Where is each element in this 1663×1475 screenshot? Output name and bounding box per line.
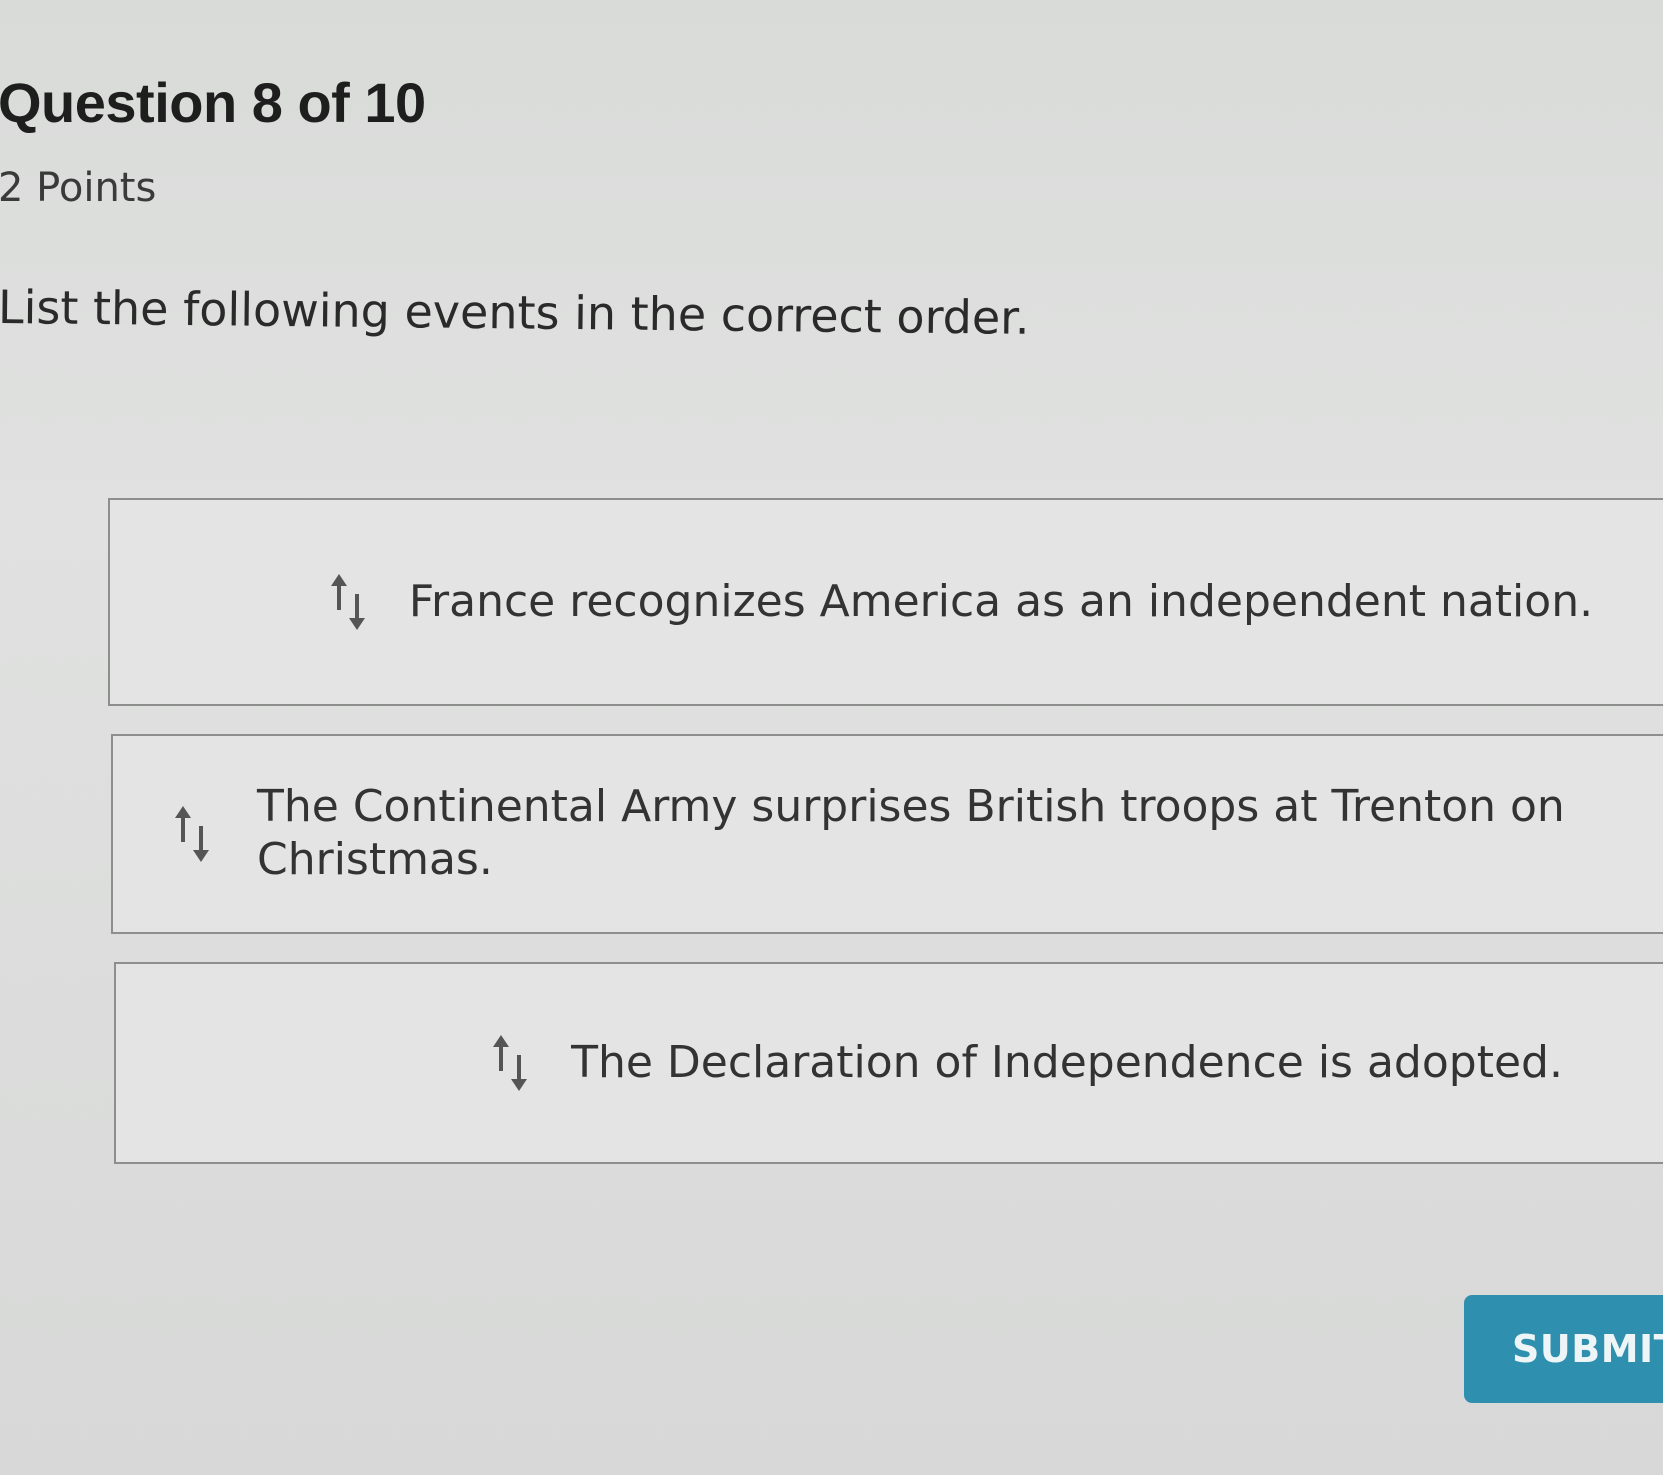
reorder-list: France recognizes America as an independ… (108, 498, 1663, 1164)
question-prompt: List the following events in the correct… (0, 280, 1030, 345)
reorder-item-label: The Declaration of Independence is adopt… (571, 1036, 1563, 1088)
reorder-item[interactable]: The Continental Army surprises British t… (111, 734, 1663, 934)
submit-button[interactable]: SUBMIT (1464, 1295, 1663, 1403)
reorder-arrows-icon[interactable] (169, 804, 217, 864)
reorder-item[interactable]: The Declaration of Independence is adopt… (114, 962, 1663, 1164)
reorder-arrows-icon[interactable] (487, 1033, 535, 1093)
question-header: Question 8 of 10 2 Points (0, 70, 426, 211)
reorder-item-label: France recognizes America as an independ… (408, 575, 1594, 627)
question-title: Question 8 of 10 (0, 71, 426, 134)
reorder-item[interactable]: France recognizes America as an independ… (108, 498, 1663, 706)
reorder-item-label: The Continental Army surprises British t… (257, 781, 1565, 885)
reorder-arrows-icon[interactable] (325, 572, 373, 632)
question-points: 2 Points (0, 165, 157, 211)
